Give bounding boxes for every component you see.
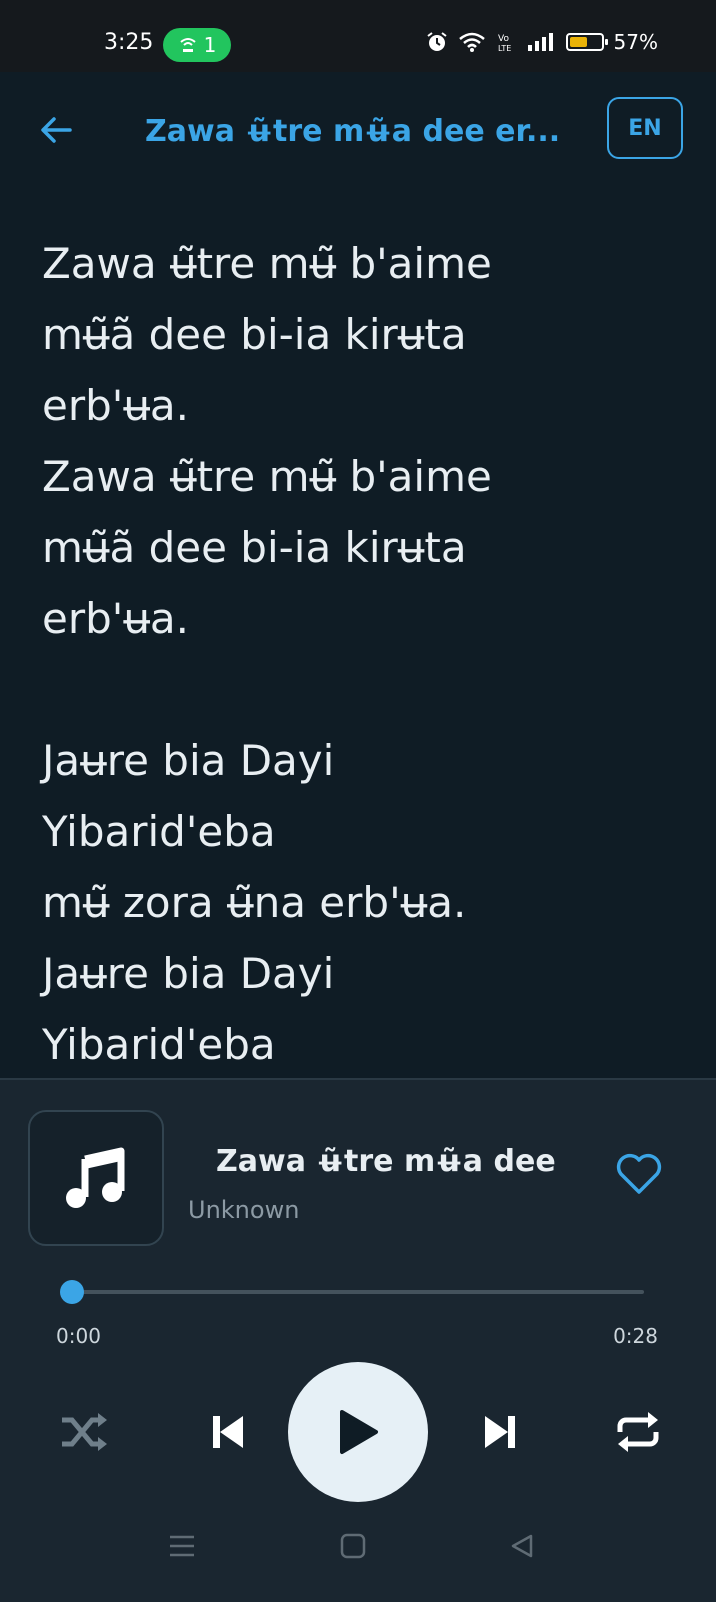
signal-icon — [527, 33, 553, 51]
wifi-icon — [458, 32, 485, 52]
arrow-left-icon — [41, 117, 72, 143]
seek-thumb[interactable] — [60, 1280, 84, 1304]
shuffle-icon — [62, 1413, 107, 1451]
hotspot-badge: 1 — [163, 28, 231, 62]
heart-icon — [616, 1153, 662, 1194]
nav-back-button[interactable] — [502, 1526, 542, 1566]
hotspot-icon — [179, 38, 196, 52]
album-art[interactable] — [28, 1110, 164, 1246]
lyric-line: Jaʉre bia Dayi — [42, 736, 335, 785]
play-icon — [340, 1410, 378, 1454]
hotspot-count: 1 — [203, 33, 217, 57]
lyric-line: Zawa ʉ̃tre mʉ̃ b'aime — [42, 239, 492, 288]
lyrics-text: Zawa ʉ̃tre mʉ̃ b'aime mʉ̃ã dee bi-ia kir… — [42, 228, 682, 1078]
lyric-line: Jaʉre bia Dayi — [42, 949, 335, 998]
lyrics-panel[interactable]: Zawa ʉ̃tre mʉ̃ b'aime mʉ̃ã dee bi-ia kir… — [0, 188, 716, 1078]
lyric-line: erb'ʉa. — [42, 381, 190, 430]
lyric-line: Yibarid'eba — [42, 807, 276, 856]
system-nav-bar — [0, 1500, 716, 1600]
lyric-line — [42, 654, 682, 725]
lyric-line: Zawa ʉ̃tre mʉ̃ b'aime — [42, 452, 492, 501]
skip-previous-icon — [213, 1416, 243, 1448]
language-button[interactable]: EN — [607, 97, 683, 159]
repeat-button[interactable] — [610, 1404, 666, 1460]
lyric-line: mʉ̃ zora ʉ̃na erb'ʉa. — [42, 878, 467, 927]
repeat-icon — [617, 1412, 659, 1452]
next-button[interactable] — [472, 1404, 528, 1460]
previous-button[interactable] — [200, 1404, 256, 1460]
song-title: Zawa ʉ̃tre mʉ̃a dee — [216, 1144, 556, 1179]
lyric-line: erb'ʉa. — [42, 594, 190, 643]
favorite-button[interactable] — [614, 1150, 664, 1196]
battery-percent: 57% — [613, 30, 658, 54]
skip-next-icon — [485, 1416, 515, 1448]
lyric-line: mʉ̃ã dee bi-ia kirʉta — [42, 310, 467, 359]
home-icon — [340, 1533, 366, 1559]
status-bar: 3:25 1 Vo LTE 57% — [0, 0, 716, 72]
status-time: 3:25 — [104, 30, 154, 55]
svg-text:Vo: Vo — [498, 34, 509, 44]
back-icon — [511, 1534, 533, 1558]
music-note-icon — [66, 1147, 125, 1208]
page-title: Zawa ʉ̃tre mʉ̃a dee er... — [145, 114, 561, 149]
top-app-bar: Zawa ʉ̃tre mʉ̃a dee er... EN — [0, 72, 716, 188]
back-button[interactable] — [36, 110, 76, 150]
seek-bar[interactable] — [60, 1280, 644, 1304]
current-time: 0:00 — [56, 1324, 101, 1348]
alarm-icon — [426, 32, 447, 51]
battery-icon — [565, 33, 608, 51]
duration: 0:28 — [613, 1324, 658, 1348]
play-button[interactable] — [288, 1362, 428, 1502]
lyric-line: mʉ̃ã dee bi-ia kirʉta — [42, 523, 467, 572]
song-artist: Unknown — [188, 1196, 300, 1224]
nav-home-button[interactable] — [333, 1526, 373, 1566]
menu-icon — [170, 1535, 194, 1557]
shuffle-button[interactable] — [56, 1404, 112, 1460]
svg-text:LTE: LTE — [498, 44, 511, 53]
lyric-line: Yibarid'eba — [42, 1020, 276, 1069]
nav-menu-button[interactable] — [162, 1526, 202, 1566]
volte-icon: Vo LTE — [498, 34, 511, 53]
